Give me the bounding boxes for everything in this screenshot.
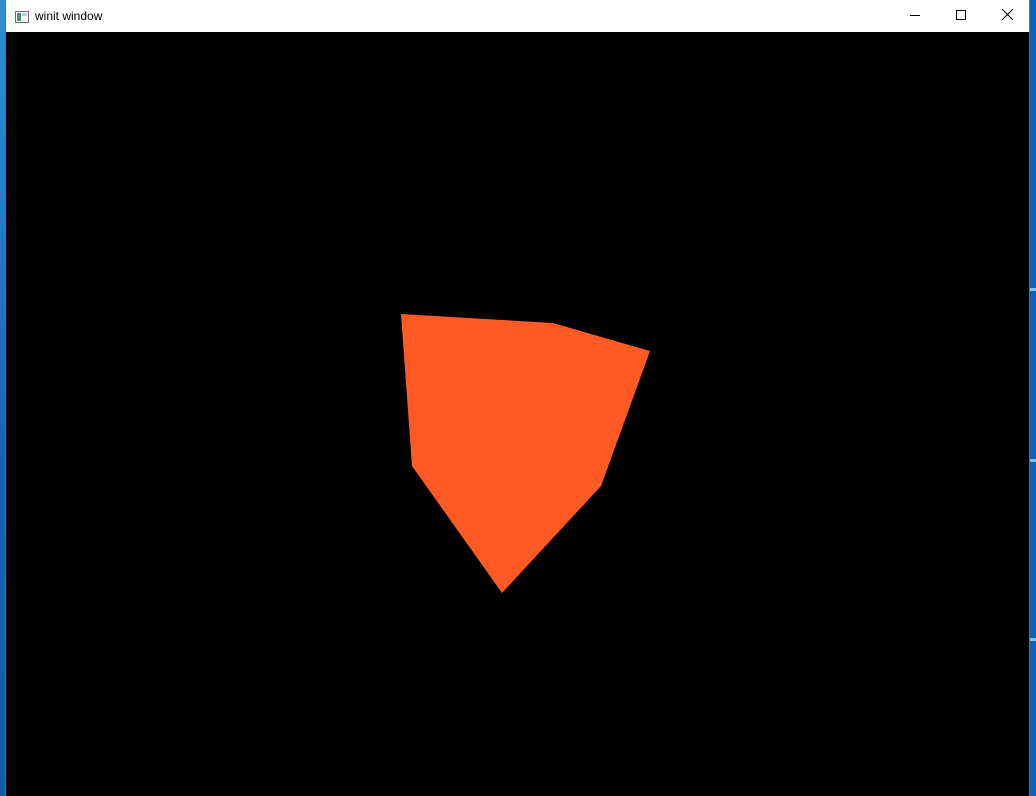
window-app-icon xyxy=(15,10,29,23)
taskbar-mark xyxy=(1029,638,1036,641)
taskbar-mark xyxy=(1029,459,1036,462)
maximize-button[interactable] xyxy=(938,0,984,32)
render-canvas[interactable] xyxy=(6,32,1029,796)
app-window: winit window xyxy=(6,0,1029,796)
close-button[interactable] xyxy=(984,0,1030,32)
close-icon xyxy=(1001,7,1013,25)
minimize-icon xyxy=(910,7,920,25)
title-bar[interactable]: winit window xyxy=(6,0,1029,32)
minimize-button[interactable] xyxy=(892,0,938,32)
taskbar-mark xyxy=(1029,288,1036,291)
desktop-right-edge xyxy=(1029,0,1036,796)
orange-cube-shape xyxy=(401,314,650,593)
window-title: winit window xyxy=(35,9,103,23)
maximize-icon xyxy=(956,7,966,25)
scene-svg xyxy=(401,314,650,593)
